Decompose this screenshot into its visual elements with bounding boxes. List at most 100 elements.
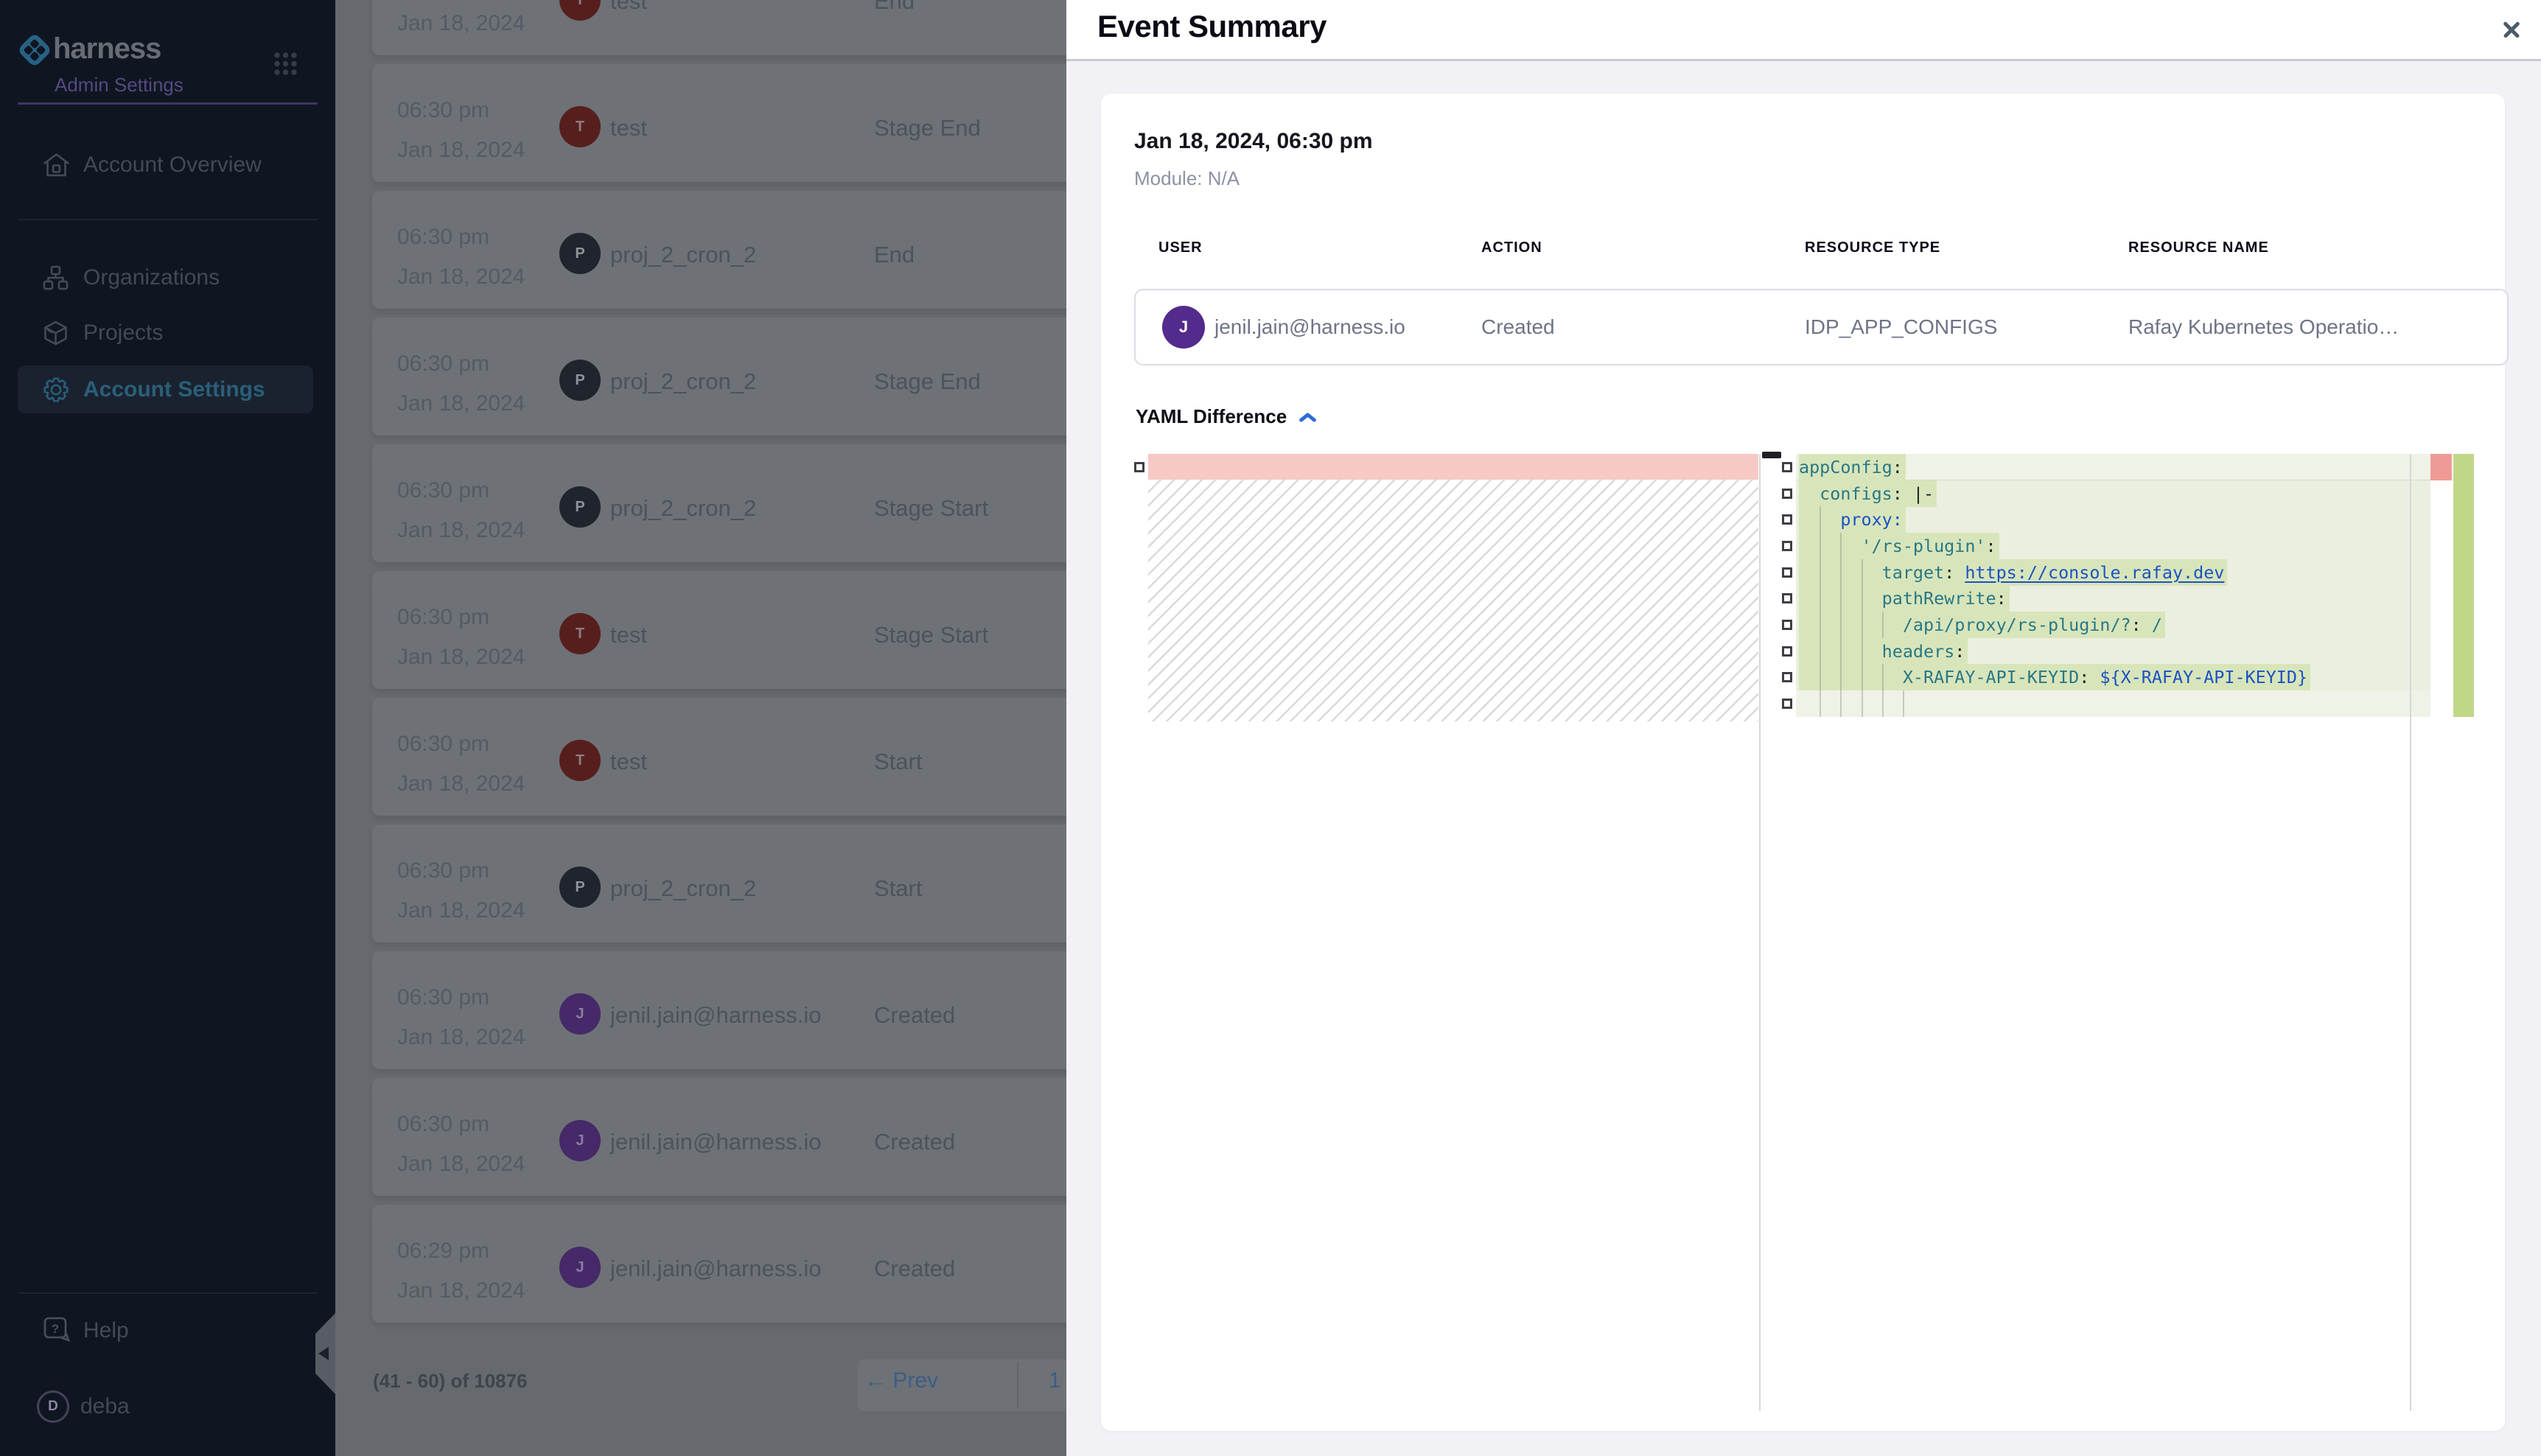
row-action: Stage End [874,115,981,141]
sidebar-item-organizations[interactable]: Organizations [0,252,335,304]
row-avatar: P [559,867,601,908]
drawer-title: Event Summary [1097,9,1327,44]
diff-code-line: configs: |- [1799,480,2430,507]
code-token-punctuation: : [1892,457,1903,477]
row-date: Jan 18, 2024 [397,898,525,923]
diff-inserted-chunk: X-RAFAY-API-KEYID: ${X-RAFAY-API-KEYID} [1799,664,2310,690]
sidebar-item-help[interactable]: ? Help [0,1305,335,1357]
column-header-resource-name: RESOURCE NAME [2128,239,2269,256]
indent-guide [1903,690,1904,717]
row-time: 06:30 pm [397,225,489,250]
diff-code-line: X-RAFAY-API-KEYID: ${X-RAFAY-API-KEYID} [1799,664,2430,690]
yaml-difference-toggle[interactable]: YAML Difference [1136,405,1317,428]
row-avatar: T [559,740,601,781]
event-module: Module: N/A [1134,167,1240,190]
yaml-difference-label: YAML Difference [1136,405,1287,428]
harness-logo-icon [18,34,51,66]
code-token-keyword: ${X-RAFAY-API-KEYID} [2100,667,2307,687]
diff-code-line: headers: [1799,638,2430,665]
pagination-page-1-button[interactable]: 1 [1049,1368,1061,1393]
row-action: Start [874,749,922,775]
drawer-header: Event Summary [1066,0,2541,61]
row-date: Jan 18, 2024 [397,518,525,543]
row-date: Jan 18, 2024 [397,1152,525,1177]
sidebar-item-label: Account Overview [83,153,262,178]
code-token-key: '/rs-plugin' [1799,536,1985,556]
organizations-icon [43,265,69,290]
event-date: Jan 18, 2024, 06:30 pm [1134,129,1373,154]
row-user: proj_2_cron_2 [610,368,756,395]
sidebar-item-account-overview[interactable]: Account Overview [0,139,335,191]
column-header-user: USER [1158,239,1203,256]
sidebar-divider [18,1292,318,1294]
code-token-key: /api/proxy/rs-plugin/? [1799,615,2131,635]
diff-sash[interactable] [1759,454,1761,1411]
diff-gutter-square-icon [1782,514,1792,525]
sidebar-item-projects[interactable]: Projects [0,307,335,359]
row-user: proj_2_cron_2 [610,495,756,522]
row-user: jenil.jain@harness.io [610,1002,822,1029]
column-header-resource-type: RESOURCE TYPE [1805,239,1940,256]
row-time: 06:30 pm [397,858,489,883]
sidebar-item-account-settings[interactable]: Account Settings [0,364,335,416]
pagination-button-divider [1017,1362,1018,1408]
row-action: Created [874,1002,955,1029]
row-time: 06:29 pm [397,1239,489,1264]
sidebar-user[interactable]: D deba [0,1381,335,1432]
indent-guide [1882,664,1884,717]
sidebar-item-label: Organizations [83,265,220,290]
row-avatar: P [559,233,601,274]
module-grid-icon[interactable] [273,51,298,77]
event-user-avatar: J [1162,306,1205,349]
diff-empty-hatch [1148,480,1758,721]
diff-code-line: appConfig: [1799,454,2430,480]
code-token-punctuation: : [2131,615,2152,635]
row-user: jenil.jain@harness.io [610,1129,822,1155]
diff-code-line: '/rs-plugin': [1799,533,2430,559]
row-user: proj_2_cron_2 [610,242,756,268]
close-icon[interactable] [2504,22,2519,37]
row-user: test [610,749,647,775]
collapse-left-icon [318,1347,329,1360]
overview-ruler-removed [2430,454,2452,480]
diff-code-line: proxy: [1799,506,2430,533]
gear-icon [43,377,69,403]
sidebar-divider [18,219,318,220]
diff-inserted-chunk: target: https://console.rafay.dev [1799,559,2227,586]
chevron-up-icon[interactable] [1299,412,1317,423]
row-avatar: J [559,993,601,1035]
event-table-row: J jenil.jain@harness.io Created IDP_APP_… [1134,289,2509,365]
logo-text: harness [53,32,161,66]
diff-inserted-chunk: proxy: [1799,506,1906,533]
event-resource-type: IDP_APP_CONFIGS [1805,315,1997,339]
code-token-punctuation: : [2079,667,2100,687]
code-token-key: appConfig [1799,457,1892,477]
row-action: End [874,242,915,268]
code-token-key: configs [1799,483,1892,504]
yaml-diff-editor: appConfig: configs: |- proxy: '/rs-plugi… [1133,454,2475,1411]
row-action: Start [874,875,922,902]
sidebar-item-label: Account Settings [83,377,265,402]
diff-inserted-line [1796,690,2430,717]
diff-sash-handle[interactable] [1762,452,1781,458]
code-token-keyword: proxy [1799,509,1892,530]
row-action: Created [874,1129,955,1155]
diff-gutter-square-icon [1782,567,1792,578]
code-token-punctuation: : [1985,536,1996,556]
sidebar-item-label: Help [83,1318,129,1343]
diff-gutter-square-icon [1782,620,1792,630]
row-time: 06:30 pm [397,732,489,757]
pagination-prev-button[interactable]: ← Prev [864,1368,938,1393]
diff-code-line: pathRewrite: [1799,585,2430,612]
svg-text:?: ? [52,1322,59,1336]
row-action: End [874,0,915,15]
row-date: Jan 18, 2024 [397,11,525,36]
projects-icon [43,321,69,346]
help-chat-icon: ? [43,1316,71,1345]
sidebar-item-label: Projects [83,321,163,346]
diff-gutter-square-icon [1134,462,1144,472]
indent-guide [1862,559,1863,717]
user-name: deba [80,1394,130,1419]
row-time: 06:30 pm [397,351,489,377]
indent-guide [1882,612,1884,638]
